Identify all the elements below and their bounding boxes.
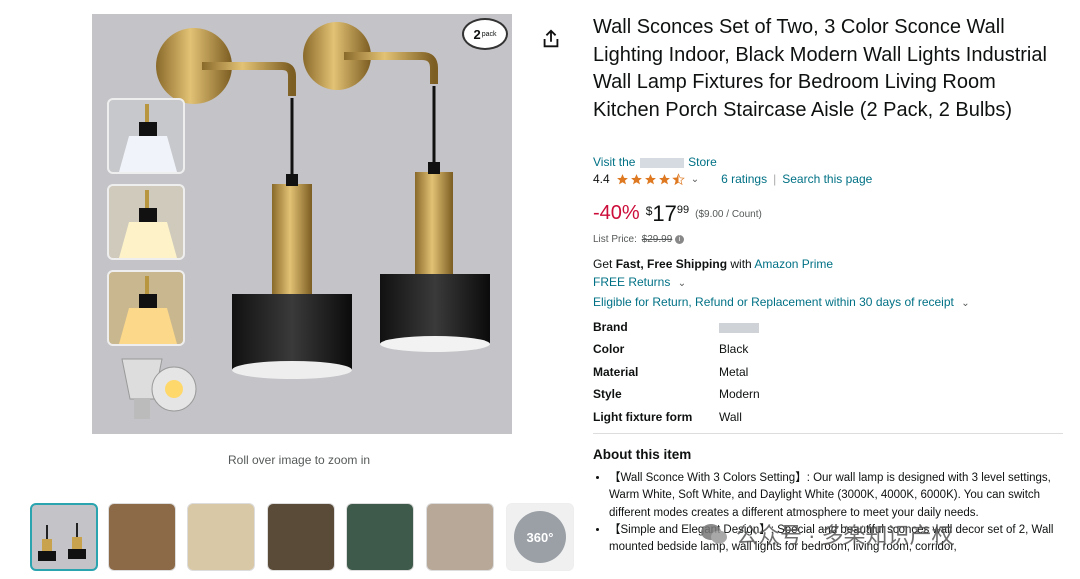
thumbnail-6[interactable] [426, 503, 494, 571]
thumbnail-1[interactable] [30, 503, 98, 571]
spec-key: Color [593, 342, 625, 356]
info-icon[interactable]: i [675, 234, 685, 244]
store-name-redacted [639, 157, 684, 168]
spec-key: Style [593, 387, 622, 401]
spec-row-material: Material Metal [593, 365, 748, 379]
star-icon [644, 173, 656, 184]
free-returns-link[interactable]: FREE Returns ⌄ [593, 275, 686, 289]
star-icon [630, 173, 642, 184]
brand-redacted [719, 322, 759, 333]
spec-row-style: Style Modern [593, 387, 760, 401]
store-prefix: Visit the [593, 155, 636, 169]
thumbnail-4[interactable] [267, 503, 335, 571]
spec-value: Metal [719, 365, 749, 379]
chevron-down-icon[interactable]: ⌄ [691, 174, 699, 185]
main-product-image[interactable]: 2 pack [92, 14, 512, 434]
separator: | [773, 172, 777, 186]
product-title: Wall Sconces Set of Two, 3 Color Sconce … [593, 16, 1047, 121]
thumbnail-2[interactable] [108, 503, 176, 571]
star-half-icon [671, 172, 685, 185]
shipping-info: Get Fast, Free Shipping with Amazon Prim… [593, 257, 833, 271]
rating-row: 4.4 ⌄ 6 ratings | Search this page [593, 172, 872, 186]
spec-key: Brand [593, 320, 628, 334]
spec-row-brand: Brand [593, 320, 759, 334]
ratings-count-link[interactable]: 6 ratings [721, 172, 767, 186]
store-suffix: Store [688, 155, 717, 169]
chevron-down-icon: ⌄ [677, 278, 687, 289]
cool-light-preview [107, 98, 185, 174]
thumbnail-360[interactable]: 360° [506, 503, 574, 571]
about-heading: About this item [593, 447, 692, 462]
warm-light-icon [119, 276, 177, 344]
view-360-icon: 360° [514, 511, 566, 563]
spec-key: Light fixture form [593, 410, 693, 424]
soft-light-icon [119, 190, 177, 258]
spec-key: Material [593, 365, 639, 379]
star-icon [658, 173, 670, 184]
amazon-prime-link[interactable]: Amazon Prime [754, 257, 833, 271]
spec-row-color: Color Black [593, 342, 748, 356]
rating-value: 4.4 [593, 172, 610, 186]
spec-value: Black [719, 342, 749, 356]
price-fraction: 99 [676, 204, 690, 216]
list-price: List Price: $29.99 i [593, 234, 685, 245]
spec-value: Modern [719, 387, 760, 401]
discount-percent: -40% [593, 202, 640, 224]
pack-badge-number: 2 [473, 26, 481, 42]
list-price-value: $29.99 [641, 234, 673, 245]
thumbnail-5[interactable] [346, 503, 414, 571]
spec-row-fixture-form: Light fixture form Wall [593, 410, 742, 424]
search-page-link[interactable]: Search this page [782, 172, 872, 186]
chevron-down-icon: ⌄ [961, 298, 970, 309]
price-whole: 17 [652, 201, 677, 226]
wechat-icon [701, 524, 727, 544]
star-icon [616, 173, 628, 184]
unit-price: ($9.00 / Count) [695, 209, 762, 220]
thumbnail-3[interactable] [187, 503, 255, 571]
price-block: -40% $ 17 99 ($9.00 / Count) [593, 202, 762, 226]
pack-badge: 2 pack [462, 18, 508, 50]
free-returns-label: FREE Returns [593, 275, 671, 289]
watermark: 公众号 · 多楽知识产权 [700, 518, 954, 550]
zoom-hint: Roll over image to zoom in [228, 453, 371, 467]
cool-light-icon [119, 104, 177, 172]
store-link[interactable]: Visit the Store [593, 155, 717, 169]
ship-bold: Fast, Free Shipping [615, 257, 728, 271]
star-rating[interactable] [616, 172, 685, 186]
ship-with: with [730, 257, 752, 271]
watermark-text: 公众号 · 多楽知识产权 [736, 523, 954, 548]
spec-value: Wall [719, 410, 742, 424]
list-price-label: List Price: [593, 234, 637, 245]
share-icon[interactable] [540, 28, 562, 50]
divider [593, 433, 1063, 434]
return-eligibility-link[interactable]: Eligible for Return, Refund or Replaceme… [593, 295, 970, 309]
eligibility-label: Eligible for Return, Refund or Replaceme… [593, 295, 954, 309]
pack-badge-word: pack [481, 30, 497, 38]
warm-light-preview [107, 270, 185, 346]
about-bullet: 【Wall Sconce With 3 Colors Setting】: Our… [609, 470, 1079, 522]
soft-light-preview [107, 184, 185, 260]
price-symbol: $ [645, 204, 653, 218]
ship-prefix: Get [593, 257, 613, 271]
thumb-lamps-icon [38, 523, 86, 561]
